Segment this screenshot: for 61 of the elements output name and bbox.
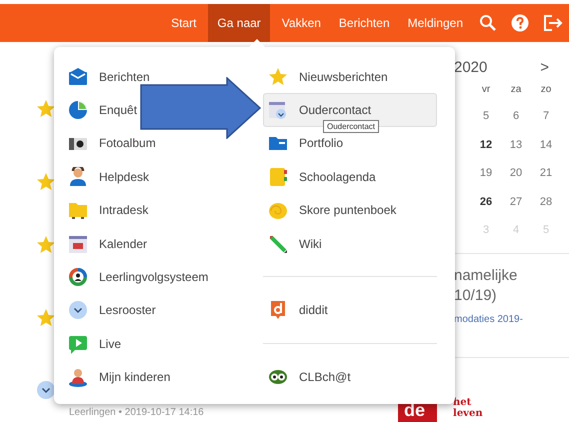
weekday-label: za [510, 83, 522, 97]
next-month-button[interactable]: > [540, 58, 561, 76]
nav-link[interactable]: Ga naar [208, 4, 270, 42]
help-icon[interactable] [511, 14, 529, 32]
menu-item[interactable]: Nieuwsberichten [263, 66, 389, 88]
menu-item[interactable]: CLBch@t [263, 366, 352, 388]
calendar-day[interactable]: 5 [471, 102, 501, 130]
calendar-day[interactable]: 20 [501, 159, 531, 188]
shell-icon [268, 200, 288, 220]
weekday-label: vr [480, 83, 492, 97]
pencil-icon [268, 234, 288, 254]
menu-item[interactable]: Kalender [63, 232, 148, 255]
menu-item[interactable]: Berichten [63, 66, 151, 88]
chevron-circle-icon [37, 381, 55, 399]
menu-item[interactable]: Fotoalbum [63, 132, 157, 154]
news-title: namelijke [454, 266, 518, 286]
menu-item[interactable]: Lesrooster [63, 299, 157, 322]
calendar-day[interactable]: 26 [471, 188, 501, 216]
logo-text: leven [453, 408, 483, 418]
notebook-icon [268, 166, 288, 187]
calendar-day[interactable]: 14 [531, 130, 561, 159]
badge-icon [268, 300, 288, 320]
menu-item[interactable]: Intradesk [63, 199, 150, 222]
news-link[interactable]: modaties 2019- [454, 314, 523, 324]
menu-item[interactable]: Live [63, 332, 122, 355]
calendar-day[interactable]: 28 [531, 188, 561, 216]
calendar-day[interactable]: 21 [531, 159, 561, 188]
headset-person-icon [68, 166, 88, 187]
star-icon [268, 66, 288, 87]
tooltip: Oudercontact [323, 120, 380, 133]
logout-icon[interactable] [543, 14, 565, 32]
folder-icon [68, 200, 88, 220]
chevron-circle-icon [68, 300, 88, 320]
play-icon [68, 334, 88, 354]
calendar-day[interactable]: 6 [501, 102, 531, 130]
search-icon[interactable] [479, 14, 497, 32]
person-icon [68, 367, 88, 388]
menu-item[interactable]: Helpdesk [63, 166, 150, 188]
person-circle-icon [68, 266, 88, 287]
menu-item[interactable]: Skore puntenboek [263, 199, 398, 222]
calendar-title: 2020 [454, 58, 488, 76]
news-title: 10/19) [454, 286, 498, 306]
menu-item[interactable]: Wiki [263, 232, 323, 255]
menu-item[interactable]: diddit [263, 299, 329, 322]
pie-chart-icon [68, 100, 88, 120]
menu-item[interactable]: Portfolio [263, 132, 344, 154]
calendar-day[interactable]: 27 [501, 188, 531, 216]
envelope-icon [68, 66, 88, 87]
menu-item[interactable]: Leerlingvolgsysteem [63, 266, 210, 288]
calendar-day[interactable]: 12 [471, 130, 501, 159]
calendar-icon [268, 100, 288, 120]
menu-item[interactable]: Enquêt [63, 99, 138, 122]
calendar-day[interactable]: 13 [501, 130, 531, 159]
menu-item[interactable]: Mijn kinderen [63, 366, 172, 388]
post-meta: Leerlingen • 2019-10-17 14:16 [69, 407, 204, 418]
weekday-label: zo [540, 83, 552, 97]
calendar-day[interactable]: 7 [531, 102, 561, 130]
calendar-day[interactable]: 19 [471, 159, 501, 188]
menu-item[interactable]: Schoolagenda [263, 166, 377, 188]
logo-text: het [453, 396, 472, 408]
calendar-icon [68, 234, 88, 254]
